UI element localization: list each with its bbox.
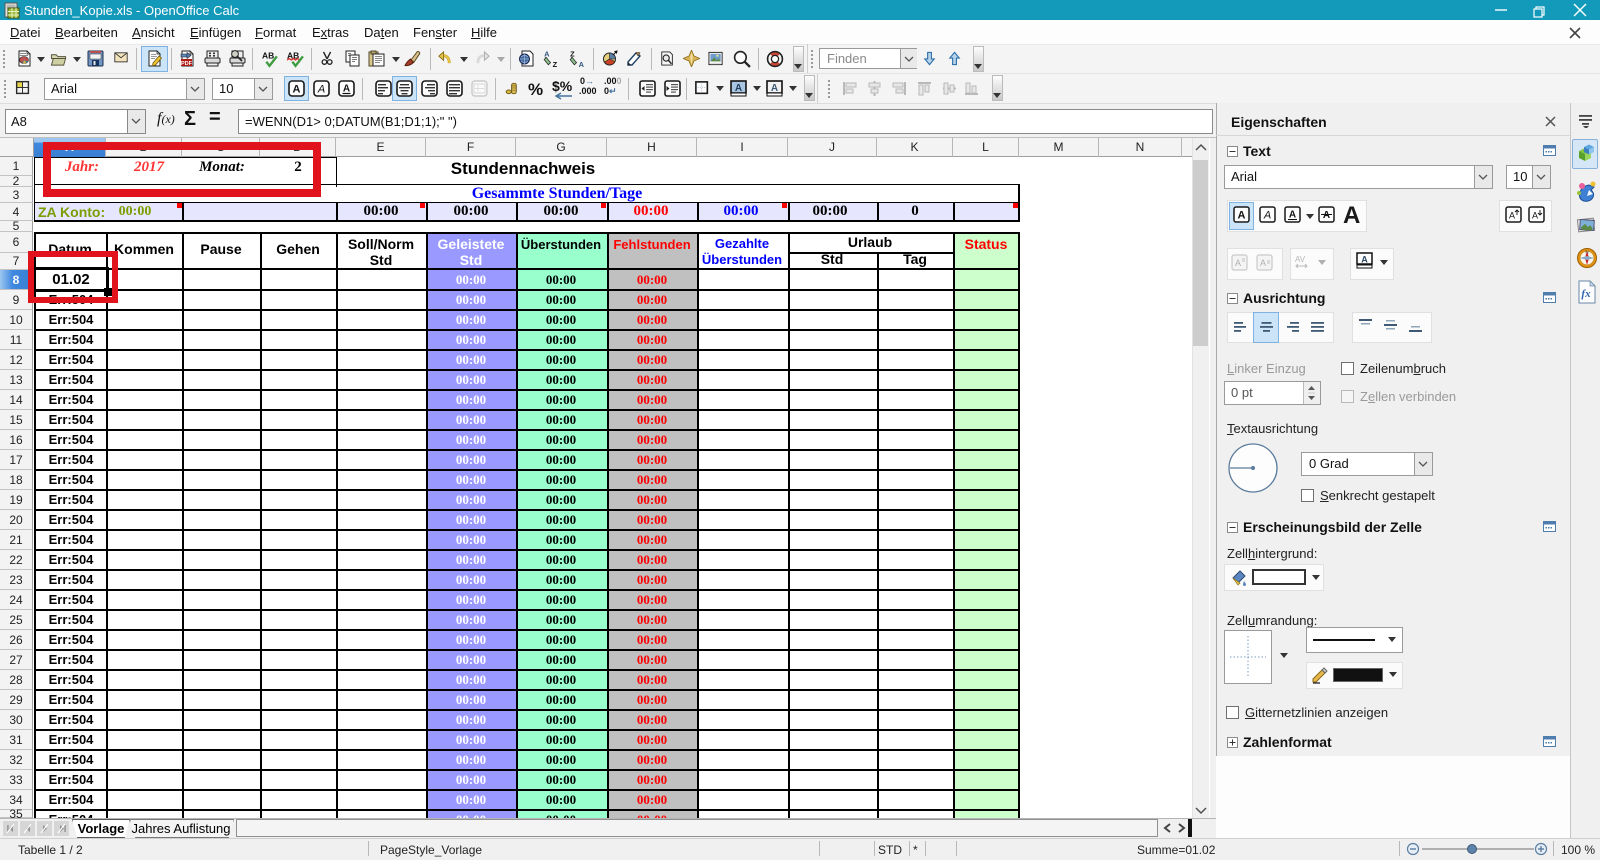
svg-text:A: A [735,83,742,94]
svg-text:A: A [1238,210,1246,222]
svg-text:A: A [317,84,325,96]
svg-text:A: A [1235,258,1241,268]
svg-text:A: A [1260,258,1266,268]
svg-text:PDF: PDF [181,61,193,67]
svg-text:AB: AB [262,50,274,60]
svg-text:A: A [1361,255,1368,265]
svg-text:AV: AV [1295,255,1306,264]
svg-text:A: A [343,84,350,95]
svg-text:A: A [1509,211,1515,221]
svg-text:A: A [293,84,301,96]
svg-text:A: A [771,83,778,94]
svg-text:A: A [1323,210,1330,221]
svg-text:A: A [579,60,585,68]
svg-text:fx: fx [1581,288,1591,300]
svg-text:Z: Z [553,60,558,68]
svg-text:A: A [1532,211,1538,221]
svg-text:A: A [1263,210,1271,222]
svg-text:A: A [1289,210,1296,221]
svg-text:N: N [1585,250,1588,255]
svg-text:A: A [544,50,550,58]
svg-text:Z: Z [570,50,575,58]
